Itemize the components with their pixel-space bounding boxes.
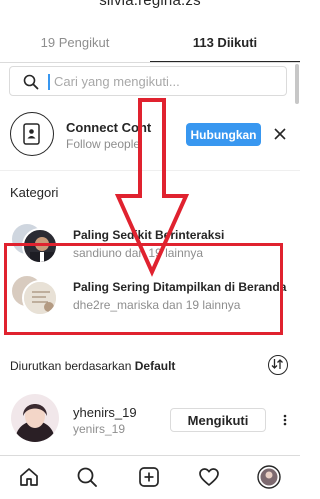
sort-value: Default [134, 359, 176, 373]
text-cursor [48, 74, 50, 90]
close-icon[interactable] [274, 128, 286, 140]
avatar [22, 228, 58, 264]
tab-active-indicator [150, 61, 300, 62]
section-divider [0, 170, 300, 171]
connect-button[interactable]: Hubungkan [186, 123, 261, 146]
nav-home[interactable] [16, 464, 42, 490]
category-subtitle: sandiuno dan 19 lainnya [73, 246, 204, 260]
connect-contacts-title: Connect Cont [66, 120, 152, 135]
list-item[interactable]: yhenirs_19 yenirs_19 Mengikuti [0, 394, 300, 444]
tab-following[interactable]: 113 Diikuti [150, 22, 300, 62]
nav-add-post[interactable] [136, 464, 162, 490]
following-button[interactable]: Mengikuti [170, 408, 266, 432]
category-subtitle: dhe2re_mariska dan 19 lainnya [73, 298, 241, 312]
category-avatars [10, 270, 60, 316]
connect-contacts-subtitle: Follow people [66, 137, 141, 151]
contact-book-icon [23, 123, 40, 145]
category-most-shown-in-feed[interactable]: Paling Sering Ditampilkan di Beranda dhe… [0, 268, 300, 318]
follower-name: yhenirs_19 [73, 405, 137, 420]
scrollbar[interactable] [295, 64, 299, 104]
profile-icon [257, 465, 281, 489]
tab-followers[interactable]: 19 Pengikut [0, 22, 150, 62]
heart-icon [199, 468, 219, 486]
sort-row: Diurutkan berdasarkan Default [0, 350, 300, 380]
sort-icon[interactable] [268, 355, 288, 375]
categories-heading: Kategori [10, 185, 59, 200]
category-title: Paling Sedikit Berinteraksi [73, 228, 225, 242]
follow-tabs: 19 Pengikut 113 Diikuti [0, 22, 300, 62]
profile-username: silvia.regina.zs [99, 0, 201, 9]
category-avatars [10, 218, 60, 264]
follower-handle: yenirs_19 [73, 422, 126, 436]
sort-prefix: Diurutkan berdasarkan [10, 359, 135, 373]
add-post-icon [139, 467, 159, 487]
nav-search[interactable] [74, 464, 100, 490]
bottom-nav [0, 455, 300, 499]
search-icon [77, 467, 97, 487]
tab-divider [0, 62, 300, 63]
screen: silvia.regina.zs 19 Pengikut 113 Diikuti… [0, 0, 300, 499]
contacts-icon-circle [10, 112, 54, 156]
nav-activity[interactable] [196, 464, 222, 490]
sort-label: Diurutkan berdasarkan Default [10, 359, 175, 373]
nav-profile[interactable] [256, 464, 282, 490]
home-icon [20, 468, 38, 486]
search-input[interactable]: Cari yang mengikuti... [54, 74, 180, 89]
category-title: Paling Sering Ditampilkan di Beranda [73, 280, 287, 294]
avatar [22, 280, 58, 316]
category-least-interacted[interactable]: Paling Sedikit Berinteraksi sandiuno dan… [0, 216, 300, 266]
avatar[interactable] [11, 394, 59, 442]
search-icon [23, 74, 39, 90]
more-icon[interactable] [280, 414, 290, 426]
search-field[interactable]: Cari yang mengikuti... [9, 66, 287, 96]
connect-contacts-row: Connect Cont Follow people Hubungkan [0, 106, 300, 166]
